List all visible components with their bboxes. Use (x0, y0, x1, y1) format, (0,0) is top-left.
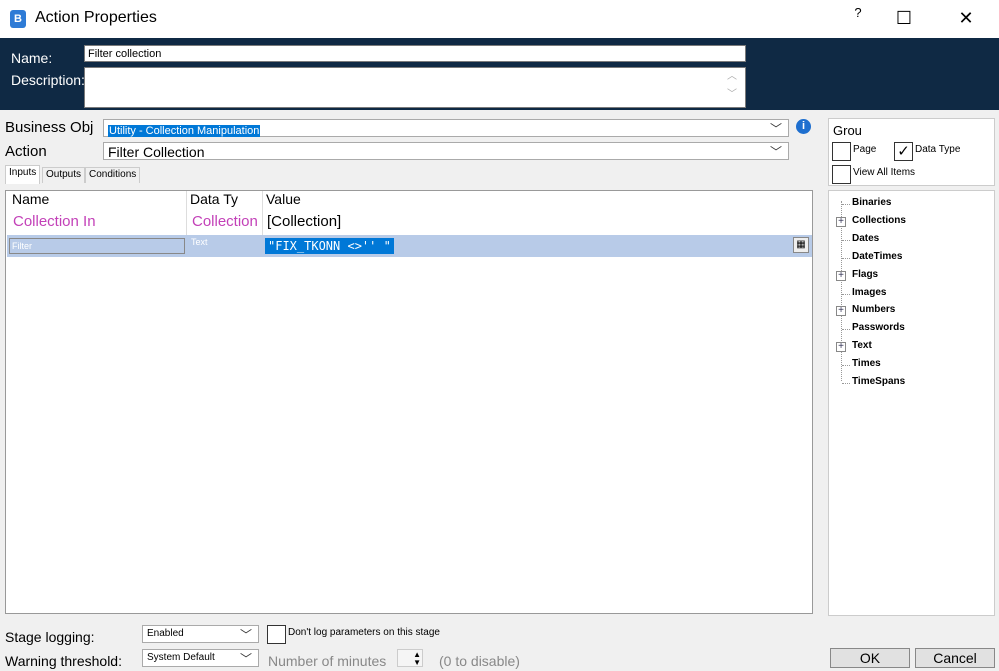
tree-connector (842, 293, 850, 295)
close-button[interactable]: ✕ (946, 4, 986, 32)
expand-icon[interactable]: + (836, 306, 846, 317)
group-box: Grou Page ✓ Data Type View All Items (828, 118, 995, 186)
dont-log-checkbox[interactable] (267, 625, 286, 644)
expand-icon[interactable]: + (836, 342, 846, 353)
expand-icon[interactable]: + (836, 216, 846, 227)
page-label: Page (853, 144, 877, 155)
description-scrollbar[interactable]: ︿ ﹀ (727, 68, 737, 104)
name-input[interactable]: Filter collection (84, 45, 746, 62)
tree-item[interactable]: Flags (852, 269, 878, 280)
tree-item[interactable]: Times (852, 358, 881, 369)
title-bar: B Action Properties ? ☐ ✕ (0, 0, 999, 38)
view-all-items-label: View All Items (853, 167, 916, 178)
business-object-select[interactable]: Utility - Collection Manipulation ﹀ (103, 119, 789, 137)
param-value-input[interactable]: "FIX_TKONN <>'' " (265, 238, 394, 254)
tab-outputs[interactable]: Outputs (42, 167, 86, 183)
tree-item[interactable]: Numbers (852, 304, 895, 315)
column-header-data-type[interactable]: Data Ty (190, 191, 238, 207)
warning-threshold-value: System Default (147, 652, 215, 663)
param-type: Text (191, 237, 208, 247)
view-all-items-checkbox[interactable] (832, 165, 851, 184)
name-label: Name: (11, 50, 53, 66)
warning-threshold-label: Warning threshold: (5, 653, 122, 669)
minutes-spinner[interactable]: ▲ ▼ (397, 649, 423, 667)
description-input[interactable] (84, 67, 746, 108)
cancel-button[interactable]: Cancel (915, 648, 995, 668)
chevron-down-icon: ﹀ (769, 122, 782, 136)
window-title: Action Properties (35, 9, 157, 26)
calculator-icon[interactable]: ▦ (793, 237, 809, 253)
tree-item[interactable]: Dates (852, 233, 879, 244)
description-label: Description: (11, 72, 85, 88)
action-label: Action (5, 143, 47, 160)
maximize-button[interactable]: ☐ (884, 4, 924, 32)
table-row[interactable]: Collection In Collection [Collection] (6, 211, 812, 233)
data-type-checkbox[interactable]: ✓ (894, 142, 913, 161)
business-object-label: Business Obj (5, 119, 94, 136)
tree-item[interactable]: Collections (852, 215, 906, 226)
group-label: Grou (833, 123, 862, 138)
param-name: Collection In (13, 213, 96, 230)
chevron-down-icon: ﹀ (239, 628, 252, 642)
tree-connector (842, 257, 850, 259)
param-value[interactable]: [Collection] (267, 213, 341, 230)
column-header-value[interactable]: Value (266, 191, 301, 207)
tree-connector (842, 239, 850, 241)
header-panel: Name: Filter collection Description: ︿ ﹀ (0, 38, 999, 110)
minutes-label: Number of minutes (268, 653, 387, 669)
data-type-label: Data Type (915, 144, 961, 155)
disable-hint: (0 to disable) (439, 653, 520, 669)
param-type: Collection (192, 213, 258, 230)
expand-icon[interactable]: + (836, 270, 846, 281)
tree-item[interactable]: Passwords (852, 322, 905, 333)
help-button[interactable]: ? (838, 4, 878, 32)
tab-conditions[interactable]: Conditions (85, 167, 141, 183)
action-select[interactable]: Filter Collection ﹀ (103, 142, 789, 160)
tree-connector (842, 329, 850, 331)
business-object-value: Utility - Collection Manipulation (108, 125, 261, 137)
tree-item[interactable]: DateTimes (852, 251, 902, 262)
tree-item[interactable]: Text (852, 340, 872, 351)
table-row[interactable]: Filter Text "FIX_TKONN <>'' " ▦ (7, 235, 812, 257)
dont-log-label: Don't log parameters on this stage (288, 627, 440, 638)
chevron-down-icon: ﹀ (769, 145, 782, 159)
stage-logging-value: Enabled (147, 628, 184, 639)
data-type-tree: Binaries + Collections Dates DateTimes + Flags… (828, 190, 995, 616)
tree-item[interactable]: TimeSpans (852, 376, 905, 387)
stage-logging-select[interactable]: Enabled ﹀ (142, 625, 259, 643)
tree-item[interactable]: Binaries (852, 197, 891, 208)
info-icon[interactable]: i (796, 119, 811, 134)
tree-item[interactable]: Images (852, 287, 886, 298)
action-value: Filter Collection (108, 144, 205, 160)
app-icon: B (10, 10, 26, 28)
ok-button[interactable]: OK (830, 648, 910, 668)
page-checkbox[interactable] (832, 142, 851, 161)
tree-connector (842, 204, 850, 205)
tree-connector (842, 383, 850, 384)
tab-inputs[interactable]: Inputs (5, 165, 41, 184)
stage-logging-label: Stage logging: (5, 629, 95, 645)
inputs-grid: Name Data Ty Value Collection In Collect… (5, 190, 813, 614)
column-header-name[interactable]: Name (12, 191, 49, 207)
warning-threshold-select[interactable]: System Default ﹀ (142, 649, 259, 667)
chevron-down-icon: ﹀ (239, 652, 252, 666)
tree-connector (842, 365, 850, 367)
param-name-input[interactable]: Filter (9, 238, 185, 254)
